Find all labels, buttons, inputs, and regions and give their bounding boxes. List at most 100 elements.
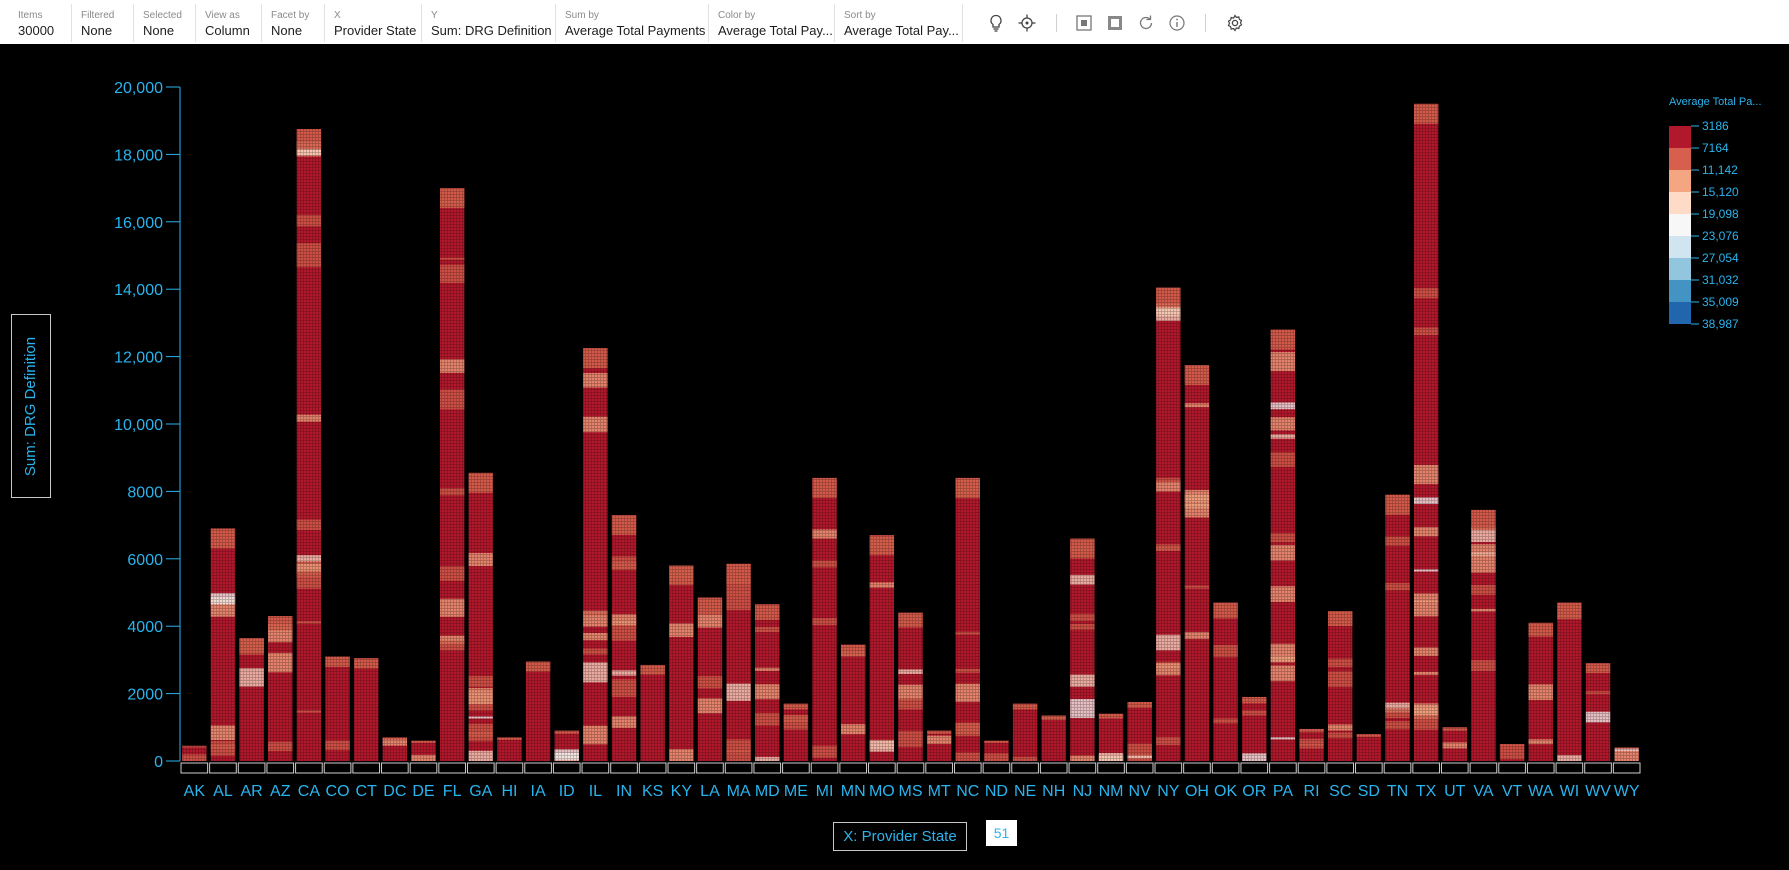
x-category-cell[interactable] — [1183, 762, 1211, 774]
x-category-cell[interactable] — [581, 762, 610, 774]
bar-de[interactable] — [411, 740, 436, 761]
bar-wa[interactable] — [1528, 622, 1553, 761]
bar-ks[interactable] — [640, 664, 665, 761]
y-field[interactable]: Y Sum: DRG Definition — [422, 4, 556, 42]
sort-by-field[interactable]: Sort by Average Total Pay... — [835, 4, 963, 42]
color-by-field[interactable]: Color by Average Total Pay... — [709, 4, 835, 42]
bar-wy[interactable] — [1614, 747, 1639, 761]
bar-ri[interactable] — [1299, 728, 1324, 761]
bar-ky[interactable] — [669, 565, 694, 761]
legend-swatch[interactable] — [1669, 192, 1691, 214]
bar-ma[interactable] — [726, 563, 751, 761]
y-axis-selector-button[interactable]: Sum: DRG Definition — [11, 314, 51, 498]
bar-co[interactable] — [325, 656, 350, 761]
x-category-cell[interactable] — [810, 762, 839, 774]
bar-ar[interactable] — [239, 637, 264, 761]
legend-swatch[interactable] — [1669, 126, 1691, 148]
legend-swatch[interactable] — [1669, 170, 1691, 192]
x-category-cell[interactable] — [1612, 762, 1641, 774]
items-field[interactable]: Items 30000 — [9, 4, 72, 42]
bar-mi[interactable] — [812, 477, 837, 761]
bar-ne[interactable] — [1012, 703, 1038, 761]
x-category-cell[interactable] — [1297, 762, 1326, 774]
x-category-cell[interactable] — [782, 762, 810, 774]
bar-ct[interactable] — [354, 658, 379, 761]
x-category-cell[interactable] — [896, 762, 925, 774]
sum-by-field[interactable]: Sum by Average Total Payments — [556, 4, 709, 42]
x-category-cell[interactable] — [381, 762, 409, 774]
select-filled-icon[interactable] — [1104, 12, 1126, 34]
x-category-cell[interactable] — [982, 762, 1011, 774]
x-category-cell[interactable] — [1355, 762, 1383, 774]
bar-nd[interactable] — [984, 740, 1009, 761]
facet-by-field[interactable]: Facet by None — [262, 4, 325, 42]
bar-wv[interactable] — [1585, 663, 1611, 761]
x-category-cell[interactable] — [1469, 762, 1498, 774]
crosshair-icon[interactable] — [1016, 12, 1038, 34]
x-category-cell[interactable] — [209, 762, 237, 774]
bar-or[interactable] — [1242, 696, 1267, 761]
x-category-cell[interactable] — [1412, 762, 1440, 774]
bar-hi[interactable] — [497, 737, 522, 761]
x-category-cell[interactable] — [438, 762, 466, 774]
x-category-cell[interactable] — [1240, 762, 1269, 774]
gear-icon[interactable] — [1224, 12, 1246, 34]
bar-ga[interactable] — [468, 472, 493, 761]
legend-swatch[interactable] — [1669, 302, 1691, 324]
x-category-cell[interactable] — [1154, 762, 1183, 774]
bar-la[interactable] — [697, 597, 723, 761]
bar-nj[interactable] — [1070, 538, 1095, 761]
x-category-cell[interactable] — [266, 762, 295, 774]
bar-dc[interactable] — [382, 737, 408, 761]
x-category-cell[interactable] — [1498, 762, 1526, 774]
x-category-cell[interactable] — [610, 762, 638, 774]
info-icon[interactable] — [1166, 12, 1188, 34]
x-category-cell[interactable] — [1555, 762, 1584, 774]
legend-swatch[interactable] — [1669, 236, 1691, 258]
bar-nm[interactable] — [1098, 713, 1124, 761]
x-category-cell[interactable] — [839, 762, 868, 774]
bar-id[interactable] — [554, 730, 579, 761]
x-category-cell[interactable] — [1125, 762, 1154, 774]
x-category-cell[interactable] — [295, 762, 323, 774]
x-category-cell[interactable] — [409, 762, 438, 774]
bar-ok[interactable] — [1213, 602, 1238, 761]
x-category-cell[interactable] — [1211, 762, 1240, 774]
bar-mn[interactable] — [841, 644, 866, 761]
x-category-cell[interactable] — [552, 762, 581, 774]
x-field[interactable]: X Provider State — [325, 4, 422, 42]
x-category-cell[interactable] — [925, 762, 953, 774]
bar-nc[interactable] — [955, 477, 980, 761]
bar-oh[interactable] — [1184, 365, 1210, 761]
x-category-cell[interactable] — [466, 762, 495, 774]
x-category-cell[interactable] — [1584, 762, 1612, 774]
x-category-cell[interactable] — [696, 762, 724, 774]
x-category-cell[interactable] — [1526, 762, 1555, 774]
x-category-cell[interactable] — [323, 762, 352, 774]
bar-nv[interactable] — [1127, 702, 1152, 761]
x-category-cell[interactable] — [237, 762, 266, 774]
bar-il[interactable] — [583, 348, 608, 761]
x-category-cell[interactable] — [1011, 762, 1039, 774]
legend-swatch[interactable] — [1669, 280, 1691, 302]
x-category-cell[interactable] — [1269, 762, 1297, 774]
bar-va[interactable] — [1471, 509, 1496, 761]
bar-ny[interactable] — [1156, 287, 1181, 761]
bar-tx[interactable] — [1413, 103, 1439, 762]
legend-swatch[interactable] — [1669, 148, 1691, 170]
bar-ca[interactable] — [296, 129, 322, 761]
x-category-cell[interactable] — [1039, 762, 1068, 774]
bar-mo[interactable] — [869, 535, 895, 761]
bar-al[interactable] — [210, 528, 236, 761]
legend-swatch[interactable] — [1669, 214, 1691, 236]
bar-me[interactable] — [783, 703, 809, 761]
bar-ms[interactable] — [898, 612, 923, 761]
bar-mt[interactable] — [926, 730, 952, 761]
bar-ia[interactable] — [525, 661, 551, 761]
x-axis-selector-button[interactable]: X: Provider State — [833, 822, 967, 851]
x-category-cell[interactable] — [868, 762, 896, 774]
x-category-cell[interactable] — [1440, 762, 1469, 774]
bar-ak[interactable] — [182, 745, 207, 761]
x-category-cell[interactable] — [638, 762, 667, 774]
bar-sd[interactable] — [1356, 734, 1382, 761]
